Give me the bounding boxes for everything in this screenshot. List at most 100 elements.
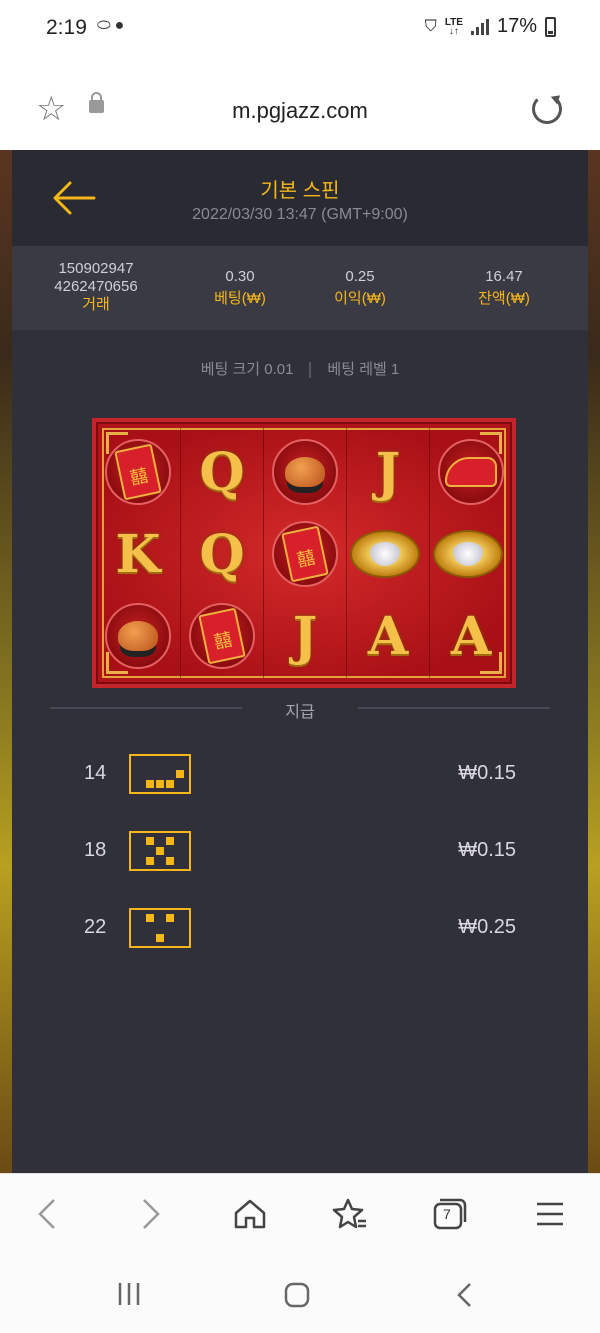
reel-divider bbox=[180, 428, 181, 678]
k-symbol: K bbox=[115, 523, 161, 585]
chevron-left-icon bbox=[38, 1199, 55, 1229]
balance-stat: 16.47 잔액(₩) bbox=[454, 268, 554, 308]
payline-number: 18 bbox=[84, 839, 107, 861]
payline-cell-off bbox=[176, 837, 184, 845]
payline-cell-off bbox=[176, 924, 184, 932]
bookmarks-button[interactable] bbox=[330, 1194, 370, 1234]
payline-cell-off bbox=[146, 760, 154, 768]
forward-button[interactable] bbox=[130, 1194, 170, 1234]
tabs-button[interactable]: 7 bbox=[430, 1194, 470, 1234]
payline-cell-off bbox=[176, 847, 184, 855]
payline-cell-off bbox=[146, 847, 154, 855]
game-history-panel: 기본 스핀 2022/03/30 13:47 (GMT+9:00) 150902… bbox=[0, 150, 600, 1173]
menu-button[interactable] bbox=[530, 1194, 570, 1234]
back-button[interactable] bbox=[28, 1194, 68, 1234]
payout-divider-right bbox=[358, 707, 550, 709]
payout-row: 14 ₩0.15 bbox=[0, 754, 600, 794]
home-nav-icon[interactable] bbox=[283, 1281, 311, 1309]
balance-value: 16.47 bbox=[485, 268, 523, 285]
payline-cell-on bbox=[156, 934, 164, 942]
payline-cell-off bbox=[156, 914, 164, 922]
payline-cell-off bbox=[136, 847, 144, 855]
payline-cell-on bbox=[156, 847, 164, 855]
data-saver-icon: ⛉ bbox=[424, 17, 437, 35]
payline-cell-on bbox=[146, 914, 154, 922]
payline-cell-off bbox=[136, 837, 144, 845]
payline-cell-on bbox=[166, 837, 174, 845]
payline-cell-off bbox=[156, 857, 164, 865]
j-symbol: J bbox=[292, 605, 318, 667]
home-icon bbox=[234, 1199, 266, 1229]
payline-cell-off bbox=[136, 780, 144, 788]
payline-cell-off bbox=[166, 760, 174, 768]
lte-icon: LTE ↓↑ bbox=[444, 16, 463, 37]
pill-icon: ⬭ bbox=[97, 17, 115, 34]
browser-url-bar: ☆ m.pgjazz.com bbox=[0, 56, 600, 148]
bet-info-separator bbox=[309, 362, 312, 379]
payline-cell-on bbox=[156, 780, 164, 788]
profit-value: 0.25 bbox=[345, 268, 375, 285]
payline-cell-off bbox=[176, 760, 184, 768]
payline-cell-off bbox=[136, 914, 144, 922]
spin-title: 기본 스핀 bbox=[260, 180, 340, 202]
payline-cell-on bbox=[166, 780, 174, 788]
chat-bubble-icon: ● bbox=[114, 17, 129, 34]
profit-label: 이익(₩) bbox=[334, 290, 386, 307]
payline-cell-off bbox=[176, 780, 184, 788]
notification-icons: ⬭● bbox=[97, 17, 128, 35]
payline-pattern-icon bbox=[129, 754, 191, 794]
q-symbol: Q bbox=[199, 523, 245, 585]
q-symbol: Q bbox=[199, 441, 245, 503]
payline-cell-off bbox=[176, 914, 184, 922]
balance-label: 잔액(₩) bbox=[478, 290, 530, 307]
back-nav-icon[interactable] bbox=[454, 1281, 476, 1309]
payline-pattern-icon bbox=[129, 908, 191, 948]
transaction-label: 거래 bbox=[82, 296, 110, 313]
payout-title: 지급 bbox=[285, 704, 315, 721]
payline-cell-off bbox=[156, 924, 164, 932]
payline-number: 22 bbox=[84, 916, 107, 938]
recent-apps-icon[interactable] bbox=[116, 1281, 142, 1307]
spin-datetime: 2022/03/30 13:47 (GMT+9:00) bbox=[192, 206, 408, 223]
payline-cell-on bbox=[166, 914, 174, 922]
hamburger-menu-icon bbox=[537, 1202, 563, 1226]
detail-header: 기본 스핀 2022/03/30 13:47 (GMT+9:00) bbox=[12, 150, 588, 246]
payout-row: 18 ₩0.15 bbox=[0, 831, 600, 871]
profit-stat: 0.25 이익(₩) bbox=[310, 268, 410, 308]
reel-divider bbox=[346, 428, 347, 678]
bookmark-star-list-icon bbox=[332, 1198, 366, 1229]
status-bar: 2:19 ⬭● ⛉ LTE ↓↑ 17% bbox=[0, 0, 600, 56]
payline-cell-off bbox=[156, 760, 164, 768]
url-text[interactable]: m.pgjazz.com bbox=[0, 98, 600, 124]
payline-cell-off bbox=[146, 934, 154, 942]
left-border-decoration bbox=[0, 150, 12, 1173]
red-shoe-icon bbox=[435, 436, 507, 508]
bet-value: 0.30 bbox=[225, 268, 255, 285]
payline-pattern-icon bbox=[129, 831, 191, 871]
payout-amount: ₩0.25 bbox=[458, 916, 516, 938]
home-button[interactable] bbox=[230, 1194, 270, 1234]
payline-cell-off bbox=[166, 924, 174, 932]
reload-icon[interactable] bbox=[532, 94, 562, 124]
mooncake-icon bbox=[102, 600, 174, 672]
status-time: 2:19 bbox=[46, 16, 87, 39]
payline-cell-on bbox=[146, 780, 154, 788]
battery-icon bbox=[545, 16, 556, 37]
payline-cell-off bbox=[136, 924, 144, 932]
signal-icon bbox=[470, 18, 489, 35]
tab-count: 7 bbox=[443, 1206, 451, 1222]
transaction-stat: 150902947 4262470656 거래 bbox=[36, 260, 156, 314]
payline-cell-off bbox=[136, 934, 144, 942]
payline-cell-off bbox=[146, 924, 154, 932]
payline-cell-on bbox=[176, 770, 184, 778]
payline-cell-off bbox=[156, 770, 164, 778]
transaction-id-line2: 4262470656 bbox=[54, 278, 138, 295]
slot-reels: Q J K Q J A A bbox=[92, 418, 516, 688]
j-symbol: J bbox=[375, 441, 401, 503]
bet-level: 베팅 레벨 1 bbox=[327, 361, 400, 378]
bet-stat: 0.30 베팅(₩) bbox=[190, 268, 290, 308]
red-envelope-icon bbox=[269, 518, 341, 590]
payout-amount: ₩0.15 bbox=[458, 762, 516, 784]
stats-bar: 150902947 4262470656 거래 0.30 베팅(₩) 0.25 … bbox=[12, 246, 588, 330]
payout-row: 22 ₩0.25 bbox=[0, 908, 600, 948]
